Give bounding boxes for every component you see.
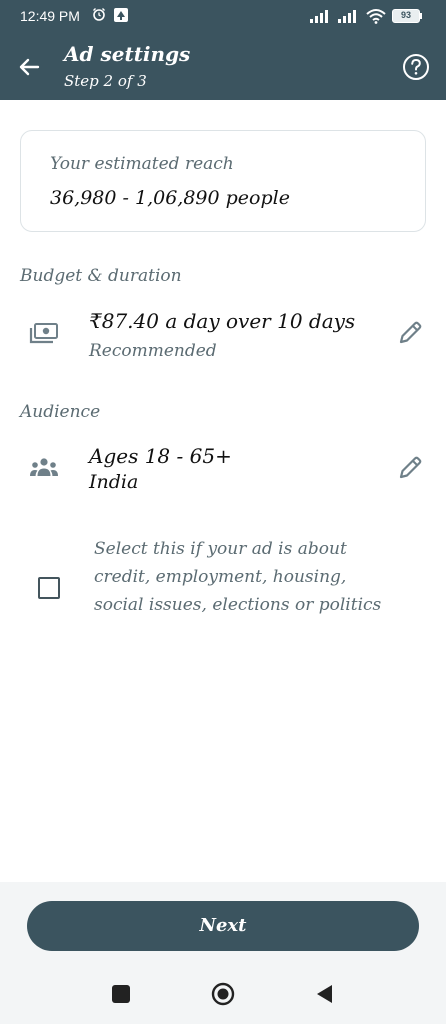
signal-icon xyxy=(338,10,356,23)
upload-notification-icon xyxy=(114,8,128,22)
page-subtitle: Step 2 of 3 xyxy=(64,72,147,90)
back-arrow-icon[interactable] xyxy=(14,52,44,82)
edit-audience-icon[interactable] xyxy=(396,454,424,482)
special-category-checkbox[interactable] xyxy=(38,577,60,599)
alarm-icon xyxy=(93,8,105,21)
edit-budget-icon[interactable] xyxy=(396,319,424,347)
budget-recommended: Recommended xyxy=(89,341,217,361)
page-title: Ad settings xyxy=(64,42,191,66)
wifi-icon xyxy=(366,9,386,24)
app-bar: Ad settings Step 2 of 3 xyxy=(0,34,446,100)
estimated-reach-card: Your estimated reach 36,980 - 1,06,890 p… xyxy=(20,130,426,232)
audience-ages: Ages 18 - 65+ xyxy=(89,444,232,468)
reach-value: 36,980 - 1,06,890 people xyxy=(50,187,290,209)
status-time: 12:49 PM xyxy=(20,8,80,24)
nav-back-button[interactable] xyxy=(314,983,334,1005)
people-icon xyxy=(30,458,58,476)
money-icon xyxy=(29,323,58,344)
signal-icon xyxy=(310,10,328,23)
audience-location: India xyxy=(89,471,139,493)
battery-tip xyxy=(420,13,422,19)
audience-section-label: Audience xyxy=(20,402,101,422)
next-button[interactable]: Next xyxy=(27,901,419,951)
recent-apps-button[interactable] xyxy=(112,985,130,1003)
budget-section-label: Budget & duration xyxy=(20,266,182,286)
reach-label: Your estimated reach xyxy=(50,154,234,174)
budget-value: ₹87.40 a day over 10 days xyxy=(89,309,356,333)
status-bar: 12:49 PM 93 xyxy=(0,0,446,34)
special-category-label: Select this if your ad is about credit, … xyxy=(94,539,382,615)
help-icon[interactable] xyxy=(400,51,432,83)
home-button[interactable] xyxy=(211,982,235,1006)
battery-icon: 93 xyxy=(392,9,420,23)
